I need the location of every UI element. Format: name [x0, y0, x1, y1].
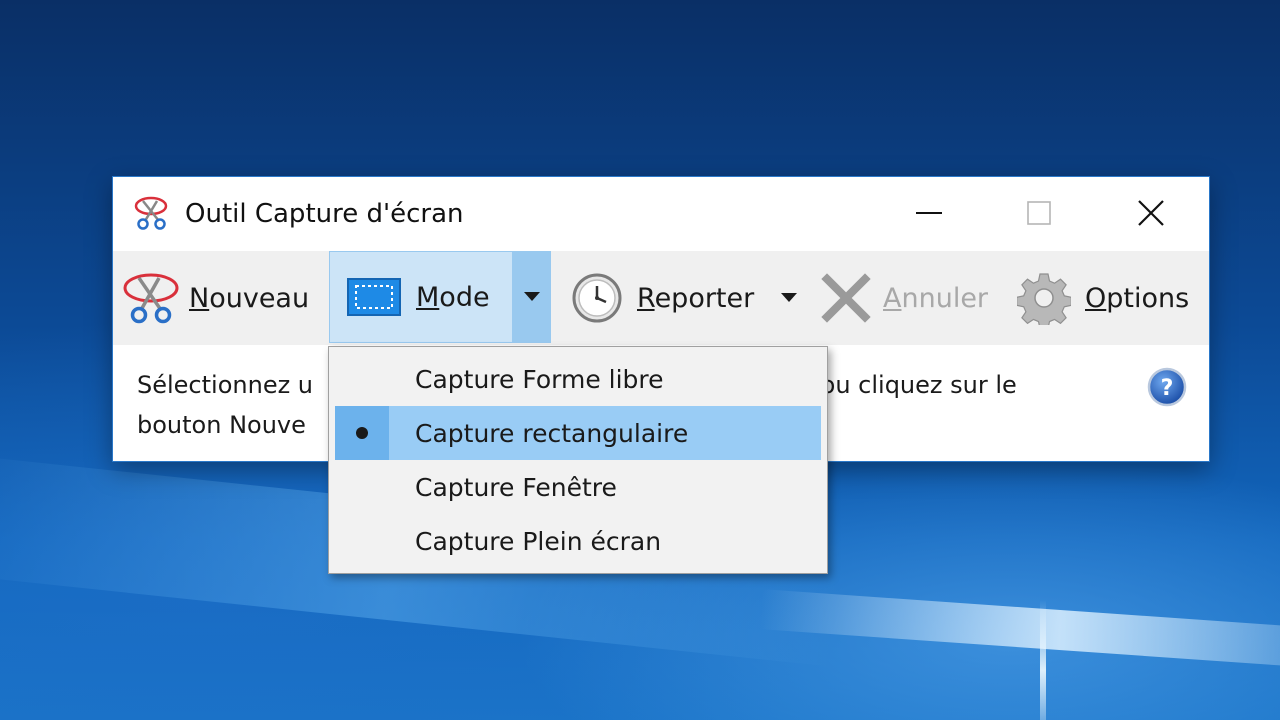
options-button-label: Options [1085, 282, 1190, 314]
mode-button[interactable]: Mode [329, 251, 513, 343]
svg-text:?: ? [1161, 376, 1174, 401]
clock-icon [572, 273, 622, 323]
close-icon [1138, 200, 1164, 226]
x-cancel-icon [821, 273, 871, 323]
gear-icon [1017, 273, 1071, 325]
mode-dropdown-button[interactable] [513, 251, 551, 343]
menu-item-window[interactable]: Capture Fenêtre [335, 460, 821, 514]
mode-button-label: Mode [416, 281, 490, 313]
options-button[interactable]: Options [1017, 251, 1189, 345]
wallpaper-light-beam [759, 589, 1280, 671]
selected-indicator [335, 406, 389, 460]
chevron-down-icon [524, 292, 540, 301]
desktop-background: Outil Capture d'écran Nouveau Mode Repor… [0, 0, 1280, 720]
chevron-down-icon [781, 293, 797, 302]
bullet-icon [356, 427, 368, 439]
mode-dropdown-menu: Capture Forme libre Capture rectangulair… [328, 346, 828, 574]
cancel-button[interactable]: Annuler [821, 251, 988, 345]
help-icon[interactable]: ? [1147, 367, 1187, 407]
menu-item-rectangular[interactable]: Capture rectangulaire [335, 406, 821, 460]
snipping-scissors-icon [123, 273, 179, 324]
minimize-button[interactable] [901, 187, 957, 239]
maximize-button[interactable] [1011, 187, 1067, 239]
toolbar: Nouveau Mode Reporter Annuler Options [113, 251, 1209, 345]
menu-item-full-screen[interactable]: Capture Plein écran [335, 514, 821, 568]
menu-item-free-form[interactable]: Capture Forme libre [335, 352, 821, 406]
snipping-scissors-icon [134, 196, 168, 230]
wallpaper-light-beam [1040, 600, 1046, 720]
delay-button-label: Reporter [637, 282, 755, 314]
minimize-icon [916, 212, 942, 214]
new-button[interactable]: Nouveau [121, 251, 309, 345]
new-button-label: Nouveau [189, 282, 310, 314]
maximize-icon [1027, 201, 1051, 225]
window-title: Outil Capture d'écran [185, 199, 464, 229]
title-bar[interactable]: Outil Capture d'écran [113, 177, 1209, 251]
delay-button[interactable]: Reporter [571, 251, 754, 345]
cancel-button-label: Annuler [883, 282, 989, 314]
close-button[interactable] [1123, 187, 1179, 239]
rectangle-select-icon [347, 278, 401, 316]
delay-dropdown-button[interactable] [777, 251, 801, 345]
